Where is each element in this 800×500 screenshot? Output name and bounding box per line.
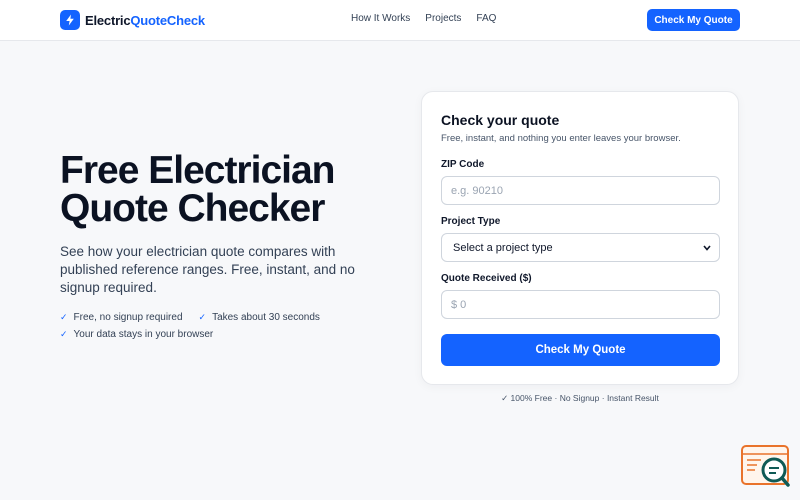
benefit-text: Takes about 30 seconds xyxy=(212,311,320,323)
check-icon: ✓ xyxy=(60,311,68,322)
project-type-select[interactable]: Select a project type xyxy=(441,233,720,262)
nav-link-how-it-works[interactable]: How It Works xyxy=(351,13,410,24)
site-header: ElectricQuoteCheck How It Works Projects… xyxy=(0,0,800,41)
benefit-list: ✓ Free, no signup required ✓ Takes about 3… xyxy=(60,311,380,345)
zip-placeholder: e.g. 90210 xyxy=(451,184,503,197)
chevron-down-icon xyxy=(703,243,711,253)
benefit-item: ✓ Your data stays in your browser xyxy=(60,328,213,340)
benefit-item: ✓ Takes about 30 seconds xyxy=(199,311,320,323)
project-type-label: Project Type xyxy=(441,216,501,227)
quote-amount-label: Quote Received ($) xyxy=(441,273,532,284)
hero-subtitle: See how your electrician quote compares … xyxy=(60,244,355,295)
quote-amount-input[interactable]: $ 0 xyxy=(441,290,720,319)
form-subtitle: Free, instant, and nothing you enter lea… xyxy=(441,133,681,144)
project-type-selected: Select a project type xyxy=(453,241,553,254)
benefit-text: Your data stays in your browser xyxy=(73,328,214,340)
brand-name: ElectricQuoteCheck xyxy=(85,13,205,28)
header-check-quote-button[interactable]: Check My Quote xyxy=(647,9,740,31)
brand-name-part1: Electric xyxy=(85,12,131,28)
benefit-text: Free, no signup required xyxy=(73,311,183,323)
check-quote-submit-button[interactable]: Check My Quote xyxy=(441,334,720,366)
check-icon: ✓ xyxy=(198,311,207,322)
quote-amount-placeholder: $ 0 xyxy=(451,298,467,311)
lightning-bolt-icon xyxy=(60,10,80,30)
chat-search-icon[interactable] xyxy=(741,445,791,489)
hero-title: Free Electrician Quote Checker xyxy=(60,149,335,230)
zip-label: ZIP Code xyxy=(441,159,485,170)
zip-input[interactable]: e.g. 90210 xyxy=(441,176,720,205)
trust-line: ✓ 100% Free · No Signup · Instant Result xyxy=(501,393,659,403)
form-title: Check your quote xyxy=(441,112,560,128)
benefit-item: ✓ Free, no signup required xyxy=(60,311,183,323)
check-icon: ✓ xyxy=(60,328,68,339)
nav-link-faq[interactable]: FAQ xyxy=(476,13,496,24)
main-nav: How It Works Projects FAQ xyxy=(351,13,496,24)
nav-link-projects[interactable]: Projects xyxy=(425,13,461,24)
brand-logo[interactable]: ElectricQuoteCheck xyxy=(60,10,205,30)
brand-name-part2: QuoteCheck xyxy=(130,12,205,28)
quote-form-card: Check your quote Free, instant, and noth… xyxy=(421,91,739,385)
